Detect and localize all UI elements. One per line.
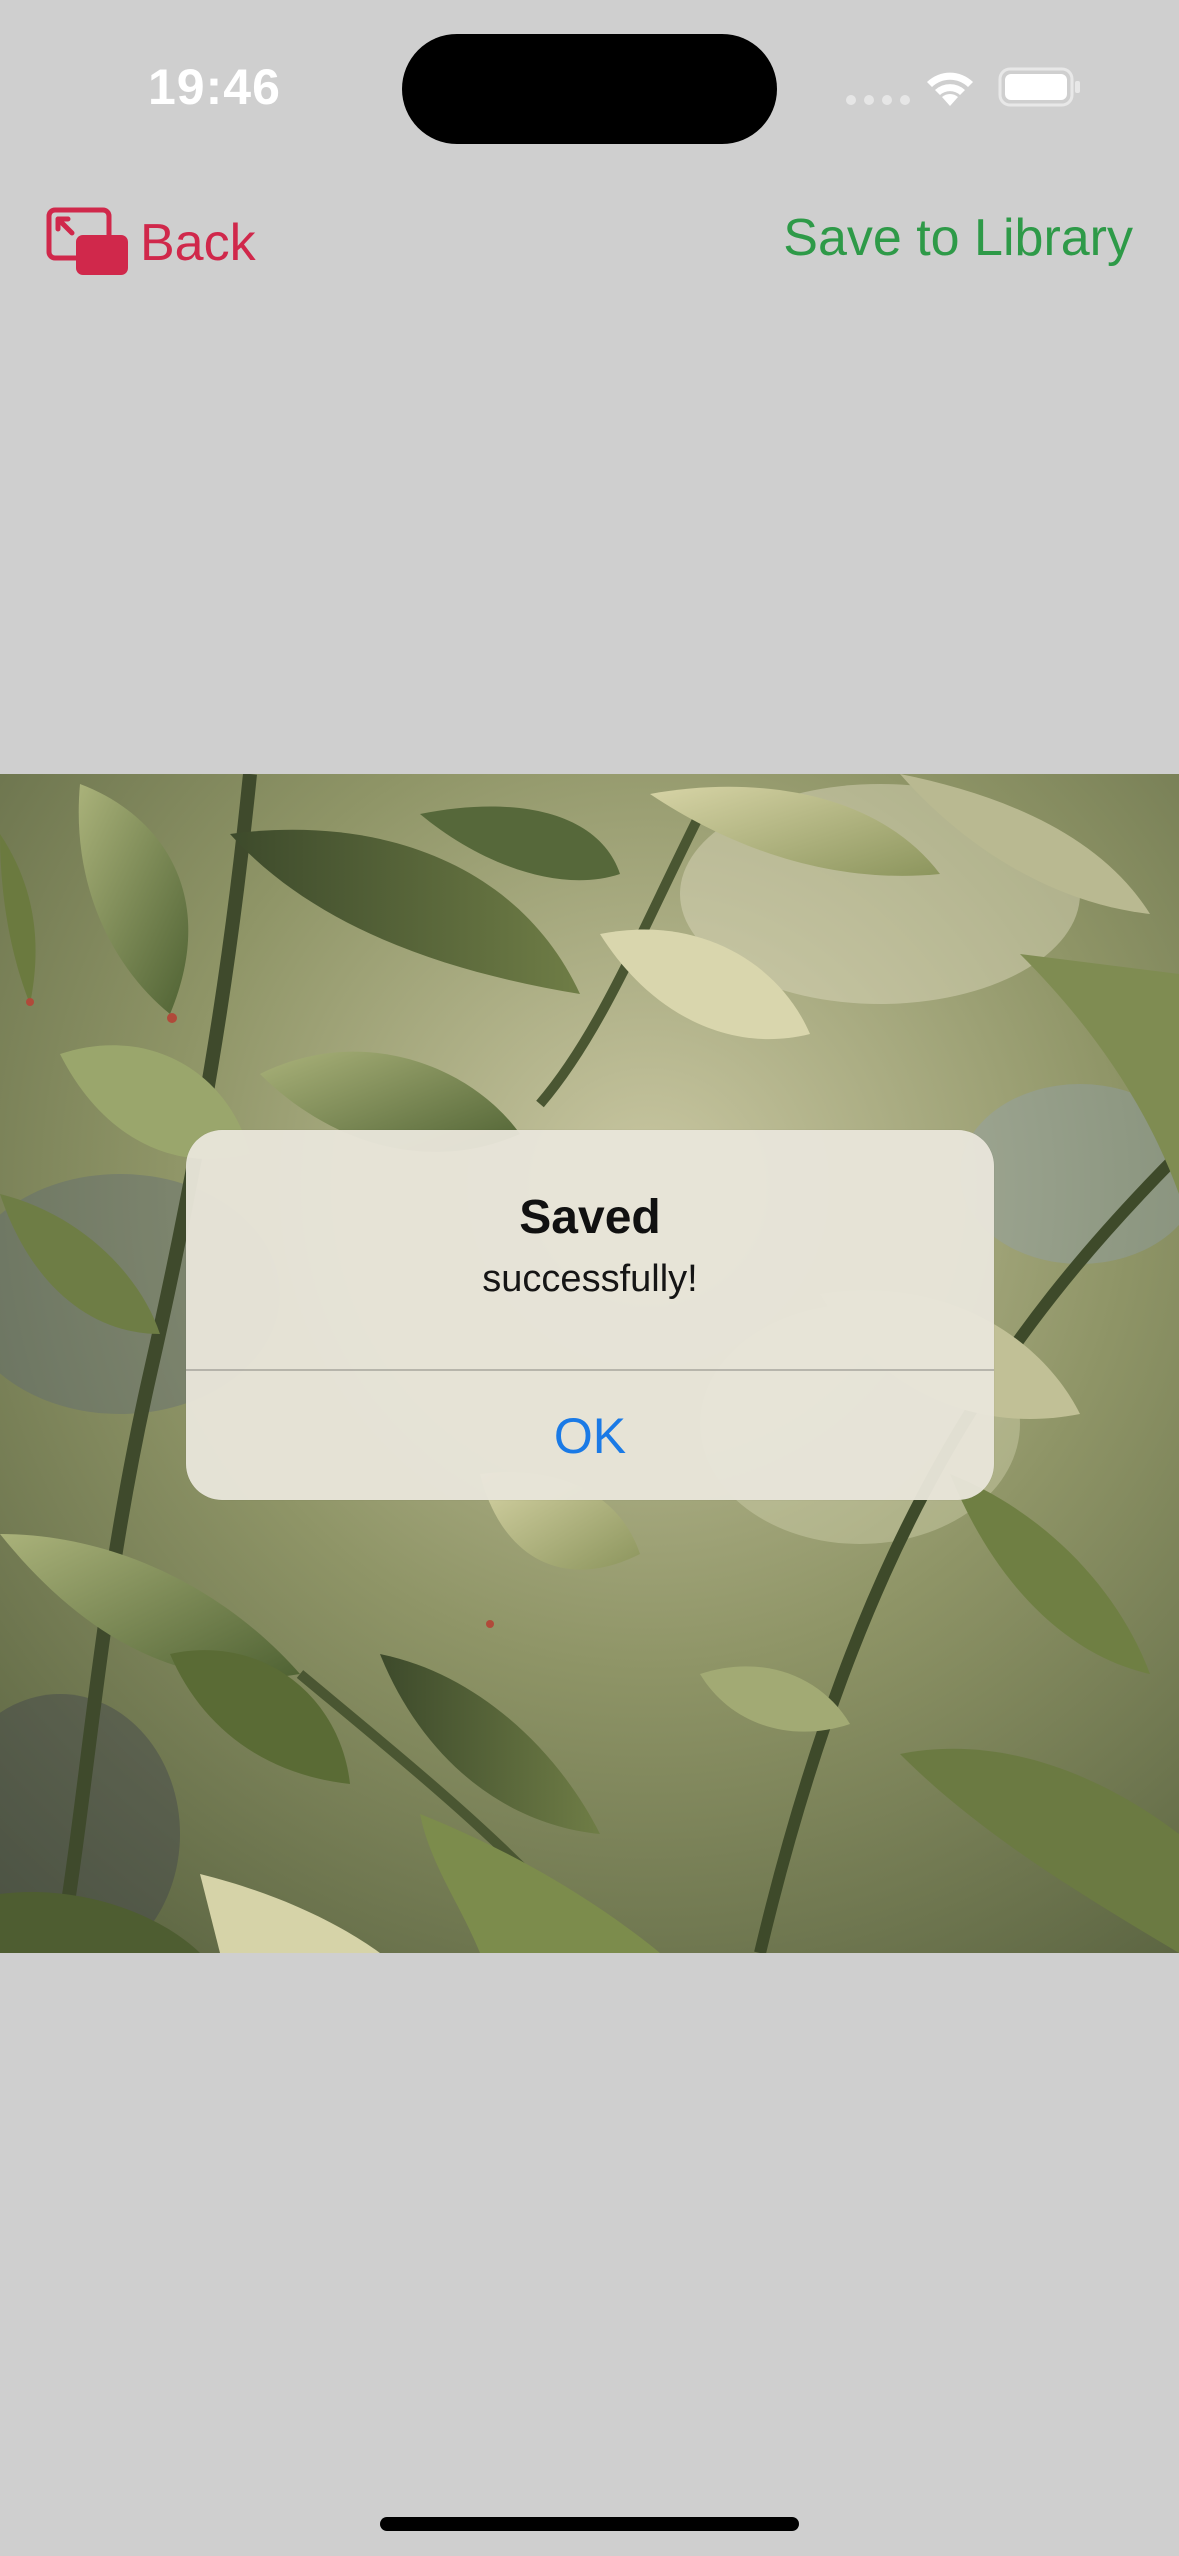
status-time: 19:46 [148, 59, 281, 115]
back-button[interactable]: Back [46, 205, 256, 281]
home-indicator[interactable] [380, 2517, 799, 2531]
dynamic-island [402, 34, 777, 144]
alert-message: successfully! [482, 1258, 698, 1300]
saved-alert-dialog: Saved successfully! OK [186, 1130, 994, 1500]
exit-pip-icon [46, 207, 128, 275]
wifi-icon [927, 72, 973, 106]
cellular-signal-icon [846, 95, 910, 105]
battery-icon [998, 67, 1080, 107]
alert-ok-button[interactable]: OK [186, 1371, 994, 1500]
save-to-library-button[interactable]: Save to Library [783, 208, 1133, 268]
back-label: Back [140, 214, 256, 272]
alert-title: Saved [519, 1191, 661, 1244]
